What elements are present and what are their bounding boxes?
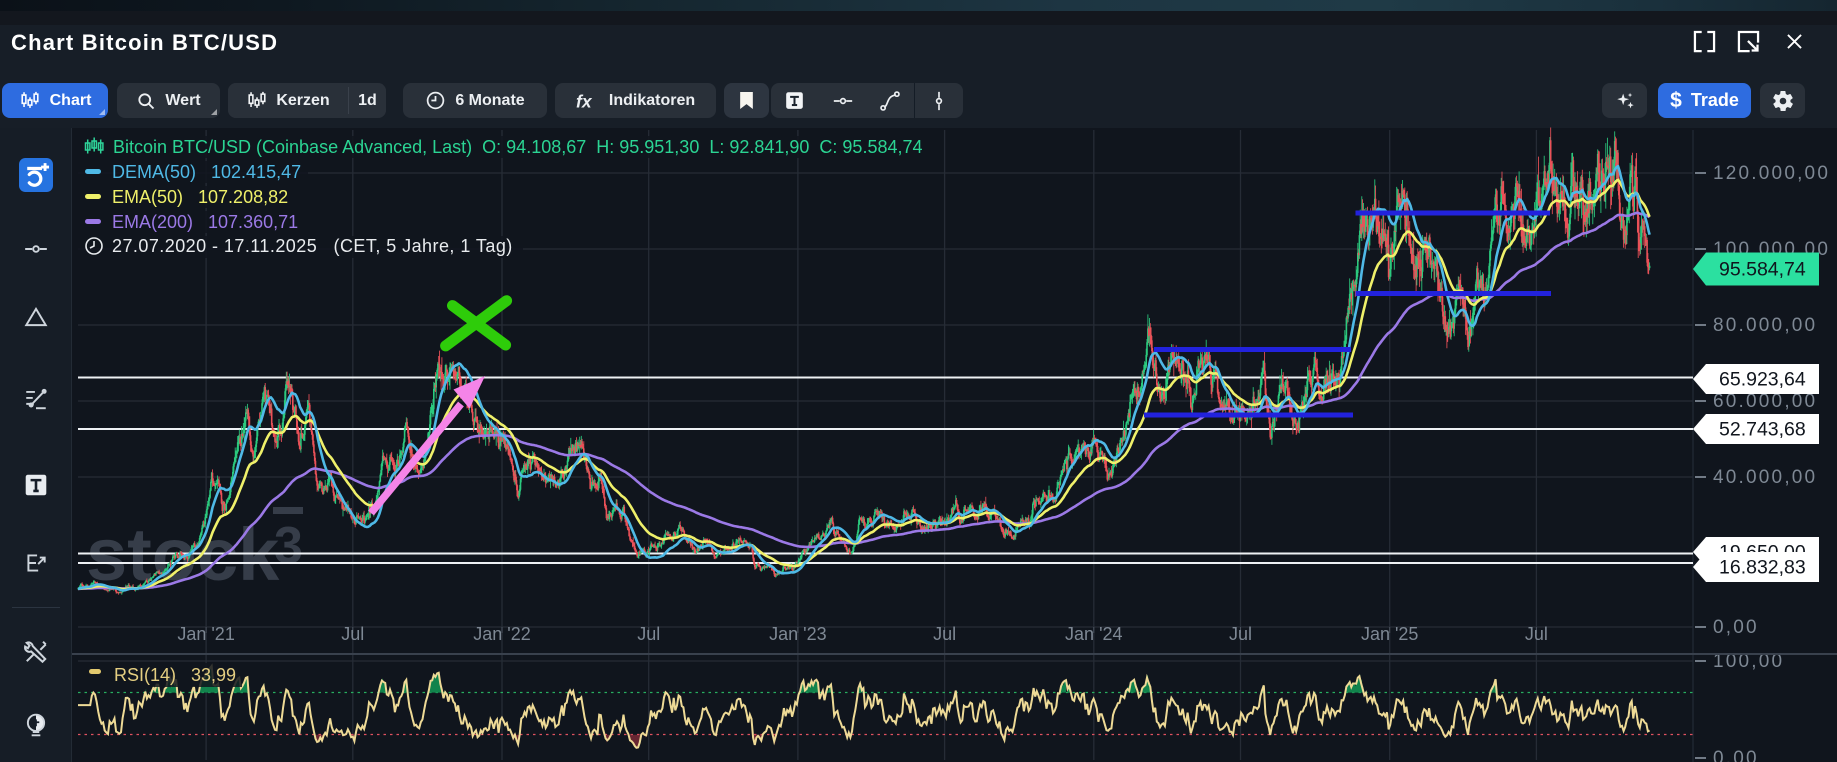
svg-text:EMA(50) 107.208,82: EMA(50) 107.208,82 xyxy=(112,187,288,207)
svg-text:Jul: Jul xyxy=(341,624,364,644)
svg-text:Jul: Jul xyxy=(933,624,956,644)
svg-text:0,00: 0,00 xyxy=(1713,748,1759,762)
svg-text:95.584,74: 95.584,74 xyxy=(1719,259,1806,281)
svg-text:120.000,00: 120.000,00 xyxy=(1713,163,1830,184)
svg-text:16.832,83: 16.832,83 xyxy=(1719,557,1806,579)
svg-text:40.000,00: 40.000,00 xyxy=(1713,467,1817,488)
svg-text:Jan '23: Jan '23 xyxy=(769,624,826,644)
svg-text:60.000,00: 60.000,00 xyxy=(1713,391,1817,412)
svg-text:27.07.2020 - 17.11.2025 (CET: 27.07.2020 - 17.11.2025 (CET, 5 Jahre, 1… xyxy=(112,236,513,256)
svg-text:0,00: 0,00 xyxy=(1713,617,1759,638)
svg-text:Jan '24: Jan '24 xyxy=(1065,624,1122,644)
svg-text:Jul: Jul xyxy=(1229,624,1252,644)
svg-text:52.743,68: 52.743,68 xyxy=(1719,419,1806,441)
svg-text:Bitcoin BTC/USD (Coinbase Adva: Bitcoin BTC/USD (Coinbase Advanced, Last… xyxy=(113,137,923,157)
svg-text:Jan '21: Jan '21 xyxy=(177,624,234,644)
svg-text:Jul: Jul xyxy=(1525,624,1548,644)
svg-text:80.000,00: 80.000,00 xyxy=(1713,315,1817,336)
svg-text:Jan '25: Jan '25 xyxy=(1361,624,1418,644)
svg-text:Jan '22: Jan '22 xyxy=(473,624,530,644)
svg-text:RSI(14) 33,99: RSI(14) 33,99 xyxy=(114,665,236,685)
svg-text:3: 3 xyxy=(274,517,303,575)
svg-text:EMA(200) 107.360,71: EMA(200) 107.360,71 xyxy=(112,212,298,232)
svg-text:DEMA(50) 102.415,47: DEMA(50) 102.415,47 xyxy=(112,162,301,182)
svg-text:65.923,64: 65.923,64 xyxy=(1719,369,1806,391)
svg-text:Jul: Jul xyxy=(637,624,660,644)
